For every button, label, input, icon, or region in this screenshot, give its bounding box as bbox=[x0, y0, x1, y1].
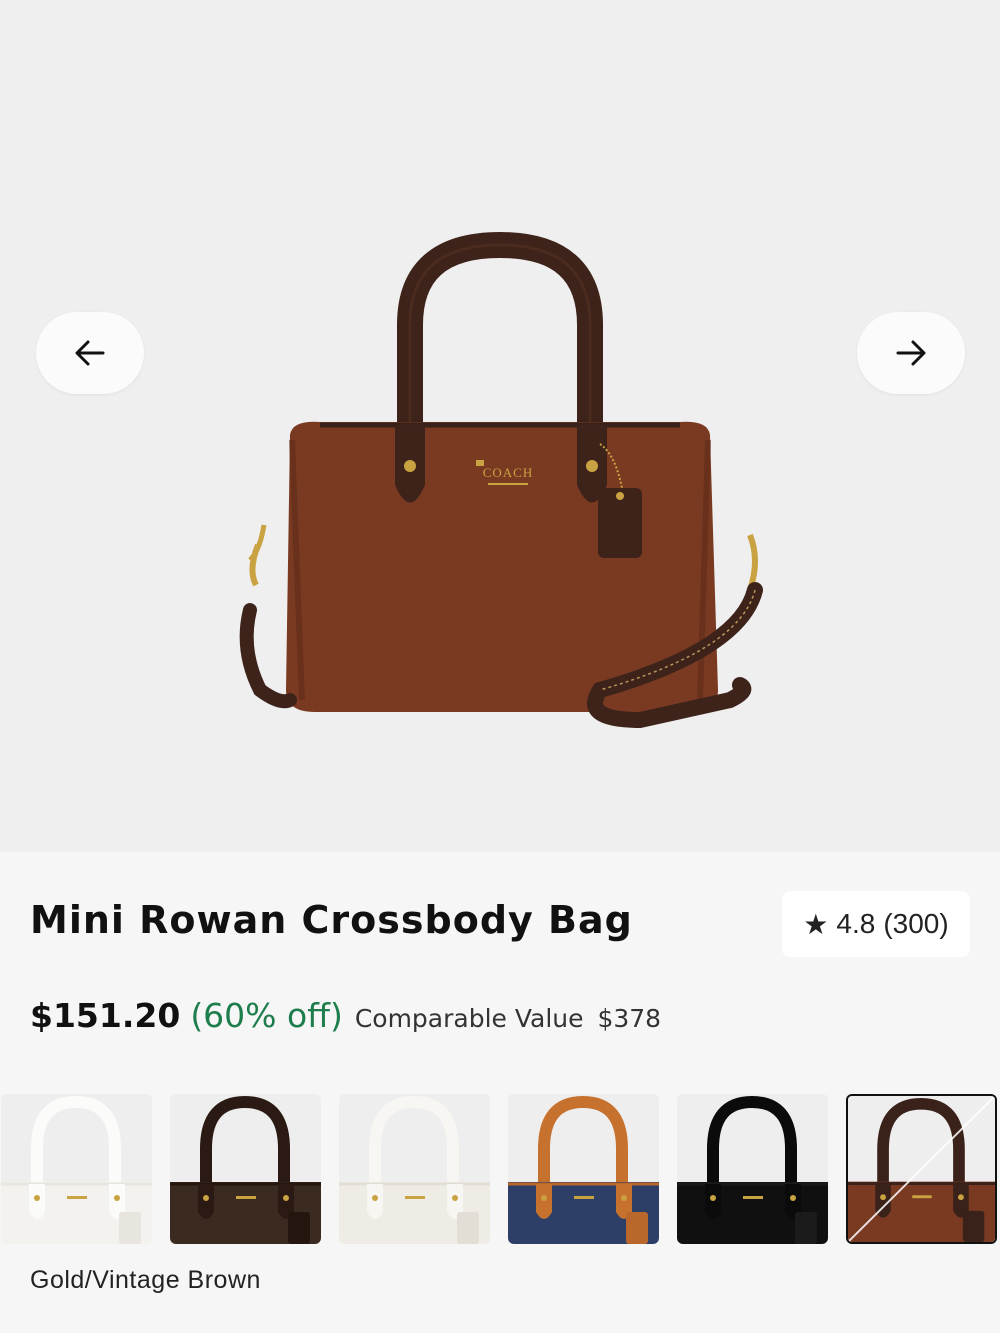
rating-badge[interactable]: ★ 4.8 (300) bbox=[782, 891, 970, 957]
swatch-image bbox=[848, 1096, 995, 1242]
swatch-image bbox=[508, 1094, 659, 1244]
discount-label: (60% off) bbox=[190, 996, 343, 1035]
swatch-image bbox=[339, 1094, 490, 1244]
comparable-value-price: $378 bbox=[597, 1004, 662, 1033]
svg-text:COACH: COACH bbox=[483, 465, 534, 480]
sale-price: $151.20 bbox=[30, 996, 181, 1035]
comparable-value: Comparable Value $378 bbox=[355, 1004, 661, 1033]
color-swatch[interactable] bbox=[339, 1094, 490, 1244]
rating-count: (300) bbox=[883, 908, 949, 939]
product-image: COACH bbox=[239, 231, 763, 729]
carousel-prev-button[interactable] bbox=[36, 312, 144, 394]
star-icon: ★ bbox=[803, 908, 829, 940]
color-swatch[interactable] bbox=[508, 1094, 659, 1244]
selected-color-name: Gold/Vintage Brown bbox=[30, 1266, 261, 1294]
arrow-left-icon bbox=[75, 340, 105, 366]
product-info: Mini Rowan Crossbody Bag ★ 4.8 (300) $15… bbox=[0, 852, 1000, 1333]
arrow-right-icon bbox=[896, 340, 926, 366]
color-swatch[interactable] bbox=[1, 1094, 152, 1244]
color-swatch-list bbox=[0, 1094, 1000, 1246]
rating-value: 4.8 bbox=[836, 908, 876, 939]
price-row: $151.20 (60% off) Comparable Value $378 bbox=[30, 996, 661, 1035]
swatch-image bbox=[1, 1094, 152, 1244]
comparable-value-label: Comparable Value bbox=[354, 1004, 584, 1033]
swatch-image bbox=[677, 1094, 828, 1244]
color-swatch[interactable] bbox=[677, 1094, 828, 1244]
swatch-image bbox=[170, 1094, 321, 1244]
color-swatch[interactable] bbox=[170, 1094, 321, 1244]
carousel-next-button[interactable] bbox=[857, 312, 965, 394]
product-title: Mini Rowan Crossbody Bag bbox=[30, 898, 633, 942]
product-image-carousel: COACH bbox=[0, 0, 1000, 852]
color-swatch[interactable] bbox=[846, 1094, 997, 1244]
